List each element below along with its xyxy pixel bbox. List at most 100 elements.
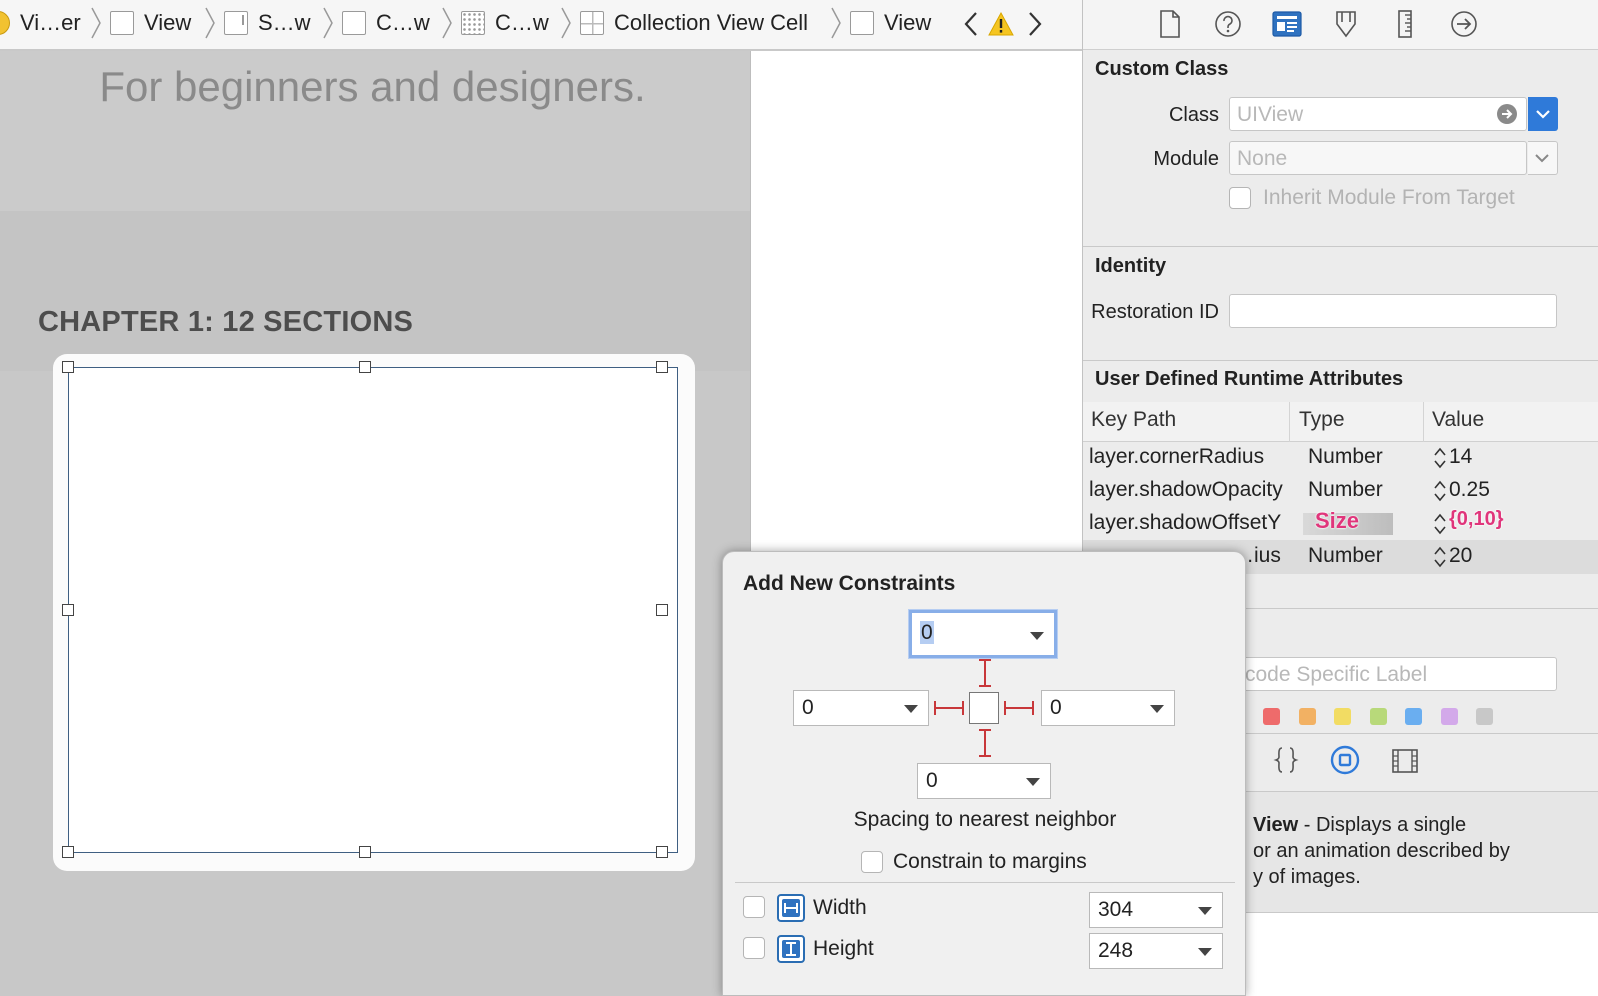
breadcrumb-item-view-controller[interactable]: Vi…er <box>0 8 81 38</box>
label-color-swatch[interactable] <box>1298 708 1316 725</box>
breadcrumb-item-view[interactable]: View <box>110 8 191 38</box>
selected-view[interactable] <box>68 367 678 853</box>
top-constraint-strut-icon[interactable] <box>975 658 995 688</box>
resize-handle-top-right[interactable] <box>656 361 668 373</box>
chevron-down-icon <box>1535 154 1549 163</box>
type-cell[interactable]: Size <box>1315 508 1359 534</box>
dropdown-arrow-icon <box>1030 632 1044 640</box>
resize-handle-top-left[interactable] <box>62 361 74 373</box>
value-cell[interactable]: 20 <box>1449 544 1472 568</box>
runtime-attribute-row[interactable]: layer.shadowOffsetY Size {0,10} <box>1083 507 1598 541</box>
right-constraint-strut-icon[interactable] <box>1003 696 1035 720</box>
bottom-constraint-strut-icon[interactable] <box>975 728 995 758</box>
tab-size-inspector[interactable] <box>1389 8 1421 40</box>
chapter-heading-label[interactable]: CHAPTER 1: 12 SECTIONS <box>38 306 413 339</box>
column-separator <box>1423 402 1424 442</box>
runtime-attribute-row[interactable]: layer.shadowOpacity Number 0.25 <box>1083 474 1598 508</box>
resize-handle-bottom[interactable] <box>359 846 371 858</box>
type-stepper-icon[interactable] <box>1433 447 1447 469</box>
resize-handle-bottom-left[interactable] <box>62 846 74 858</box>
label-color-swatch[interactable] <box>1263 708 1280 725</box>
tab-attributes-inspector[interactable] <box>1330 8 1362 40</box>
value-cell[interactable]: {0,10} <box>1449 508 1504 531</box>
class-field[interactable]: UIView <box>1229 97 1527 131</box>
file-icon <box>1160 10 1180 38</box>
key-path-cell[interactable]: layer.cornerRadius <box>1089 445 1264 469</box>
height-checkbox[interactable] <box>743 937 765 959</box>
label-color-swatch[interactable] <box>1405 708 1422 725</box>
column-header-value[interactable]: Value <box>1432 408 1484 432</box>
object-library-tab[interactable] <box>1330 745 1360 780</box>
module-dropdown-button[interactable] <box>1528 141 1558 175</box>
collection-view-cell-icon <box>580 11 604 35</box>
chevron-left-icon <box>964 12 977 36</box>
type-cell[interactable]: Number <box>1308 544 1383 568</box>
label-color-swatch[interactable] <box>1476 708 1493 725</box>
tab-file-inspector[interactable] <box>1154 8 1186 40</box>
left-constraint-strut-icon[interactable] <box>933 696 965 720</box>
resize-handle-left[interactable] <box>62 604 74 616</box>
restoration-id-label: Restoration ID <box>1091 301 1219 323</box>
spacing-caption: Spacing to nearest neighbor <box>853 808 1117 831</box>
tab-identity-inspector[interactable] <box>1271 8 1303 40</box>
resize-handle-top[interactable] <box>359 361 371 373</box>
view-icon <box>110 11 134 35</box>
height-value-field[interactable]: 248 <box>1089 933 1223 969</box>
constrain-to-margins-checkbox[interactable] <box>861 851 883 873</box>
resize-handle-bottom-right[interactable] <box>656 846 668 858</box>
section-divider <box>1083 360 1598 361</box>
restoration-id-field[interactable] <box>1229 294 1557 328</box>
type-stepper-icon[interactable] <box>1433 480 1447 502</box>
bottom-spacing-field[interactable]: 0 <box>917 763 1051 799</box>
width-checkbox[interactable] <box>743 896 765 918</box>
resize-handle-right[interactable] <box>656 604 668 616</box>
breadcrumb-item-view-selected[interactable]: View <box>850 8 931 38</box>
constrain-to-margins-label: Constrain to margins <box>893 850 1087 873</box>
top-spacing-field[interactable]: 0 <box>909 610 1057 658</box>
runtime-attributes-table-header: Key Path Type Value <box>1083 402 1598 442</box>
left-spacing-field[interactable]: 0 <box>793 690 929 726</box>
class-dropdown-button[interactable] <box>1528 97 1558 131</box>
previous-issue-button[interactable] <box>958 8 984 40</box>
description-text: - Displays a single <box>1298 814 1467 836</box>
inherit-module-checkbox[interactable] <box>1229 187 1251 209</box>
width-value-field[interactable]: 304 <box>1089 892 1223 928</box>
label-color-swatch[interactable] <box>1334 708 1351 725</box>
warning-icon <box>988 12 1014 36</box>
storyboard-canvas[interactable]: For beginners and designers. CHAPTER 1: … <box>0 51 750 996</box>
code-snippet-library-tab[interactable] <box>1273 746 1299 779</box>
column-header-type[interactable]: Type <box>1299 408 1345 432</box>
tab-quick-help[interactable] <box>1212 8 1244 40</box>
key-path-cell[interactable]: layer.shadowOpacity <box>1089 478 1283 502</box>
value-cell[interactable]: 0.25 <box>1449 478 1490 502</box>
breadcrumb-item-collection-view-cell[interactable]: Collection View Cell <box>580 8 808 38</box>
arrow-circle-icon <box>1451 11 1477 37</box>
column-header-key-path[interactable]: Key Path <box>1091 408 1176 432</box>
runtime-attributes-section-title: User Defined Runtime Attributes <box>1095 368 1404 390</box>
key-path-cell[interactable]: layer.shadowOffsetY <box>1089 511 1281 535</box>
xcode-specific-label-field[interactable]: Xcode Specific Label <box>1223 657 1557 691</box>
breadcrumb-item-content-view[interactable]: C…w <box>342 8 430 38</box>
label-color-swatch[interactable] <box>1369 708 1387 725</box>
next-issue-button[interactable] <box>1022 8 1048 40</box>
view-controller-icon <box>0 11 10 35</box>
type-cell[interactable]: Number <box>1308 445 1383 469</box>
module-field[interactable]: None <box>1229 141 1527 175</box>
breadcrumb-item-scroll-view[interactable]: S…w <box>224 8 311 38</box>
chevron-down-icon <box>1536 110 1550 119</box>
value-cell[interactable]: 14 <box>1449 445 1472 469</box>
type-stepper-icon[interactable] <box>1433 513 1447 535</box>
type-stepper-icon[interactable] <box>1433 546 1447 568</box>
height-constraint-row: Height 248 <box>741 931 1231 971</box>
media-library-tab[interactable] <box>1391 748 1419 779</box>
tab-connections-inspector[interactable] <box>1448 8 1480 40</box>
question-mark-icon <box>1215 11 1241 37</box>
type-cell[interactable]: Number <box>1308 478 1383 502</box>
go-to-class-arrow-icon[interactable] <box>1497 104 1517 124</box>
right-spacing-field[interactable]: 0 <box>1041 690 1175 726</box>
label-color-swatch[interactable] <box>1440 708 1458 725</box>
subtitle-label[interactable]: For beginners and designers. <box>0 63 745 111</box>
breadcrumb-item-collection-view[interactable]: C…w <box>461 8 549 38</box>
warning-button[interactable] <box>988 8 1014 40</box>
runtime-attribute-row[interactable]: layer.cornerRadius Number 14 <box>1083 441 1598 475</box>
